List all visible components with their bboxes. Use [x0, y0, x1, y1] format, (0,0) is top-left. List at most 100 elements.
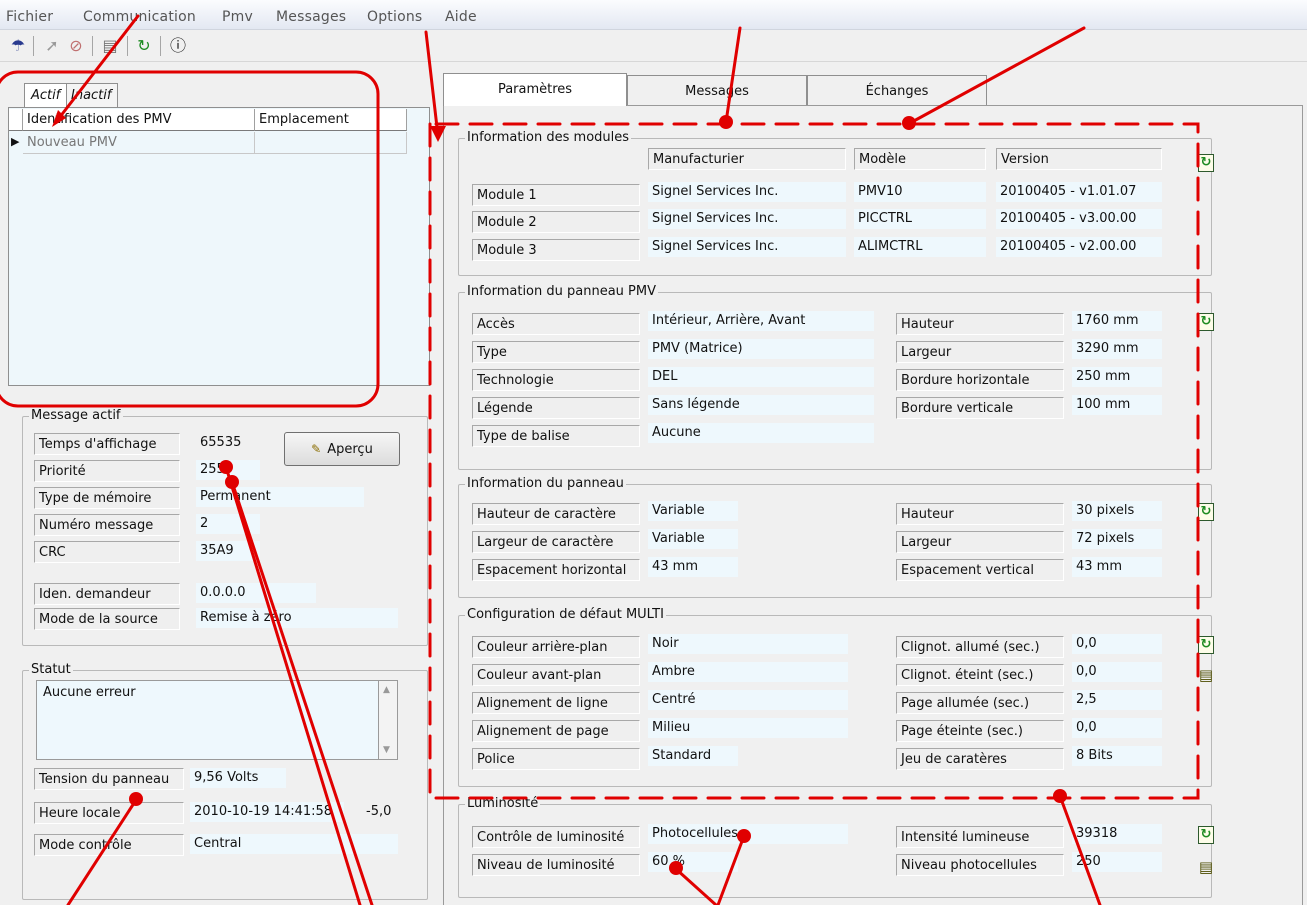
tab-messages[interactable]: Messages	[627, 75, 807, 105]
menu-pmv[interactable]: Pmv	[222, 9, 253, 25]
label-technologie: Technologie	[472, 369, 640, 391]
label-controle-luminosite: Contrôle de luminosité	[472, 826, 640, 848]
label-clignot-allume: Clignot. allumé (sec.)	[896, 636, 1064, 658]
value-clignot-allume: 0,0	[1072, 634, 1162, 654]
value-module-2-manufacturer: Signel Services Inc.	[648, 209, 846, 229]
label-niveau-photocellules: Niveau photocellules	[896, 854, 1064, 876]
label-mode-controle: Mode contrôle	[34, 834, 184, 856]
print-icon[interactable]: ▤	[100, 36, 120, 56]
value-type: PMV (Matrice)	[648, 339, 874, 359]
label-legende: Légende	[472, 397, 640, 419]
label-police: Police	[472, 748, 640, 770]
value-type-memoire: Permanent	[196, 487, 364, 507]
label-couleur-arriere-plan: Couleur arrière-plan	[472, 636, 640, 658]
label-intensite-lumineuse: Intensité lumineuse	[896, 826, 1064, 848]
refresh-icon[interactable]: ↻	[134, 36, 154, 56]
value-module-1-manufacturer: Signel Services Inc.	[648, 182, 846, 202]
apercu-button[interactable]: ✎ Aperçu	[284, 432, 400, 466]
value-mode-controle: Central	[190, 834, 398, 854]
label-couleur-avant-plan: Couleur avant-plan	[472, 664, 640, 686]
value-module-1-model: PMV10	[854, 182, 986, 202]
refresh-panneau-icon[interactable]: ↻	[1198, 503, 1214, 521]
header-manufacturier: Manufacturier	[648, 148, 846, 170]
apply-luminosite-icon[interactable]: ▤	[1197, 858, 1215, 876]
label-tension: Tension du panneau	[34, 768, 184, 790]
label-type-memoire: Type de mémoire	[34, 487, 180, 509]
label-module-1: Module 1	[472, 184, 640, 206]
value-priorite: 255	[196, 460, 260, 480]
value-largeur-mm: 3290 mm	[1072, 339, 1162, 359]
label-jeu-caracteres: Jeu de caratères	[896, 748, 1064, 770]
label-type-balise: Type de balise	[472, 425, 640, 447]
disconnect-icon[interactable]: ⊘	[66, 36, 86, 56]
row-indicator-icon: ▶	[11, 135, 20, 148]
menu-fichier[interactable]: Fichier	[6, 9, 53, 25]
label-alignement-page: Alignement de page	[472, 720, 640, 742]
table-cell-location[interactable]	[255, 132, 407, 154]
exit-icon[interactable]: ☂	[8, 36, 28, 56]
refresh-luminosite-icon[interactable]: ↻	[1198, 826, 1214, 844]
toolbar: ☂ ➚ ⊘ ▤ ↻ ⓘ	[0, 30, 1307, 62]
label-numero-message: Numéro message	[34, 514, 180, 536]
group-title: Information du panneau PMV	[465, 284, 658, 299]
value-module-1-version: 20100405 - v1.01.07	[996, 182, 1162, 202]
group-title: Statut	[29, 662, 73, 677]
value-numero-message: 2	[196, 514, 260, 534]
value-page-allumee: 2,5	[1072, 690, 1162, 710]
menu-communication[interactable]: Communication	[83, 9, 196, 25]
value-acces: Intérieur, Arrière, Avant	[648, 311, 874, 331]
label-bordure-verticale: Bordure verticale	[896, 397, 1064, 419]
status-scrollbar[interactable]: ▲ ▼	[378, 680, 398, 760]
value-couleur-avant-plan: Ambre	[648, 662, 848, 682]
label-iden-demandeur: Iden. demandeur	[34, 583, 180, 605]
scroll-down-icon[interactable]: ▼	[383, 745, 390, 755]
scroll-up-icon[interactable]: ▲	[383, 685, 390, 695]
row-header-corner	[9, 109, 23, 131]
refresh-multi-icon[interactable]: ↻	[1198, 636, 1214, 654]
value-legende: Sans légende	[648, 395, 874, 415]
label-espacement-horizontal: Espacement horizontal	[472, 559, 640, 581]
value-bordure-verticale: 100 mm	[1072, 395, 1162, 415]
menu-aide[interactable]: Aide	[445, 9, 477, 25]
label-priorite: Priorité	[34, 460, 180, 482]
label-largeur-mm: Largeur	[896, 341, 1064, 363]
column-header-emplacement[interactable]: Emplacement	[255, 109, 407, 131]
label-heure-locale: Heure locale	[34, 802, 184, 824]
apercu-button-label: Aperçu	[327, 441, 373, 457]
value-tension: 9,56 Volts	[190, 768, 286, 788]
info-icon[interactable]: ⓘ	[168, 36, 188, 56]
value-hauteur-caractere: Variable	[648, 501, 738, 521]
value-timezone: -5,0	[366, 804, 392, 819]
apply-multi-icon[interactable]: ▤	[1197, 666, 1215, 684]
status-textbox[interactable]: Aucune erreur	[36, 680, 398, 760]
label-largeur-caractere: Largeur de caractère	[472, 531, 640, 553]
label-alignement-ligne: Alignement de ligne	[472, 692, 640, 714]
menu-options[interactable]: Options	[367, 9, 422, 25]
value-heure-locale: 2010-10-19 14:41:58	[190, 802, 344, 822]
value-hauteur-pixels: 30 pixels	[1072, 501, 1162, 521]
value-module-2-version: 20100405 - v3.00.00	[996, 209, 1162, 229]
label-page-eteinte: Page éteinte (sec.)	[896, 720, 1064, 742]
menu-messages[interactable]: Messages	[276, 9, 346, 25]
refresh-modules-icon[interactable]: ↻	[1198, 154, 1214, 172]
tab-echanges[interactable]: Échanges	[807, 75, 987, 105]
tab-inactif[interactable]: Inactif	[64, 83, 119, 107]
table-row[interactable]: Nouveau PMV	[23, 132, 255, 154]
label-temps-affichage: Temps d'affichage	[34, 433, 180, 455]
label-hauteur-mm: Hauteur	[896, 313, 1064, 335]
label-clignot-eteint: Clignot. éteint (sec.)	[896, 664, 1064, 686]
value-module-3-version: 20100405 - v2.00.00	[996, 237, 1162, 257]
label-acces: Accès	[472, 313, 640, 335]
value-bordure-horizontale: 250 mm	[1072, 367, 1162, 387]
group-title: Information des modules	[465, 130, 632, 145]
value-espacement-vertical: 43 mm	[1072, 557, 1162, 577]
refresh-panneau-pmv-icon[interactable]: ↻	[1198, 313, 1214, 331]
tab-parametres[interactable]: Paramètres	[443, 73, 627, 106]
column-header-identification[interactable]: Identification des PMV	[23, 109, 255, 131]
luminosite-group: Luminosité	[458, 796, 1212, 898]
tab-actif[interactable]: Actif	[24, 83, 68, 107]
value-niveau-luminosite: 60 %	[648, 852, 738, 872]
label-crc: CRC	[34, 541, 180, 563]
label-hauteur-caractere: Hauteur de caractère	[472, 503, 640, 525]
connect-icon[interactable]: ➚	[42, 36, 62, 56]
